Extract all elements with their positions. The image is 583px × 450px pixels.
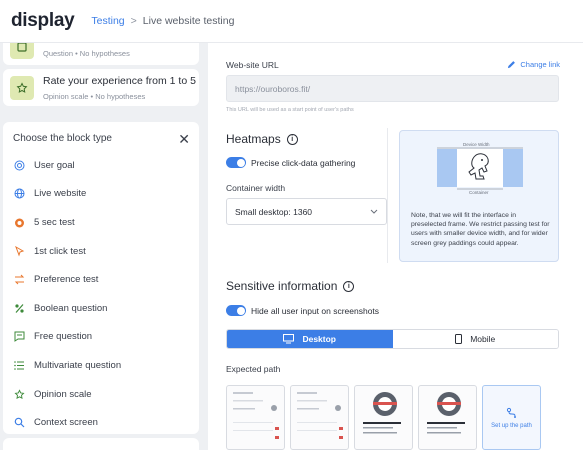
search-icon (13, 417, 25, 429)
device-segmented-control: Desktop Mobile (226, 329, 559, 349)
top-bar: display Testing > Live website testing (0, 0, 583, 43)
precise-click-toggle[interactable] (226, 157, 246, 168)
app-logo[interactable]: display (11, 10, 75, 32)
mobile-tab[interactable]: Mobile (392, 330, 558, 348)
mascot-illustration (468, 153, 489, 180)
desktop-tab[interactable]: Desktop (227, 330, 393, 348)
comment-icon (13, 331, 25, 343)
device-preview: Device Width Container Note, that we wil… (399, 130, 559, 262)
pencil-icon (508, 61, 516, 69)
block-type-live-website[interactable]: Live website (3, 180, 199, 209)
info-icon[interactable]: i (343, 280, 355, 292)
block-type-user-goal[interactable]: User goal (3, 151, 199, 180)
page-screenshot (297, 392, 343, 439)
block-type-label: Live website (34, 188, 87, 200)
hide-input-toggle[interactable] (226, 305, 246, 316)
path-screenshot-thumbnail[interactable] (290, 385, 349, 450)
block-type-multivariate-question[interactable]: Multivariate question (3, 351, 199, 380)
mobile-icon (455, 334, 463, 344)
block-type-label: 5 sec test (34, 216, 75, 228)
heatmaps-title: Heatmaps (226, 132, 281, 146)
set-up-path-button[interactable]: Set up the path (482, 385, 541, 450)
desktop-icon (283, 334, 295, 344)
main-panel: Web-site URL Change link This URL will b… (208, 43, 583, 450)
block-type-label: User goal (34, 159, 75, 171)
device-frame (437, 149, 523, 187)
container-label: Container (469, 190, 489, 195)
fit-note: Note, that we will fit the interface in … (411, 212, 550, 247)
block-type-label: Opinion scale (34, 388, 92, 400)
expected-path-label: Expected path (226, 364, 281, 374)
chooser-title: Choose the block type (13, 133, 112, 144)
mobile-tab-label: Mobile (470, 334, 496, 344)
block-type-label: Boolean question (34, 302, 108, 314)
precise-click-label: Precise click-data gathering (251, 158, 356, 168)
next-block-card[interactable] (3, 438, 199, 450)
question-block-icon (10, 43, 34, 59)
page-screenshot (427, 392, 465, 434)
block-type-label: Multivariate question (34, 359, 122, 371)
path-icon (506, 407, 516, 418)
block-type-label: Free question (34, 331, 93, 343)
website-url-label: Web-site URL (226, 60, 279, 70)
change-link-button[interactable]: Change link (507, 60, 560, 69)
opinion-scale-block-title: Rate your experience from 1 to 5 st... (43, 74, 199, 87)
block-type-list: User goal Live website 5 sec test 1st click… (3, 151, 199, 437)
globe-icon (13, 188, 25, 200)
container-width-value: Small desktop: 1360 (235, 206, 313, 217)
block-type-free-question[interactable]: Free question (3, 323, 199, 352)
set-up-path-label: Set up the path (491, 422, 532, 429)
path-screenshot-thumbnail[interactable] (418, 385, 477, 450)
block-sidebar: Question • No hypotheses Rate your exper… (0, 43, 208, 450)
url-hint: This URL will be used as a start point o… (226, 107, 354, 113)
percent-icon (13, 302, 25, 314)
divider (387, 128, 388, 263)
chevron-down-icon (370, 209, 378, 214)
container-frame (457, 149, 503, 187)
timer-icon (13, 216, 25, 228)
website-url-input[interactable] (226, 75, 559, 102)
target-icon (13, 159, 25, 171)
cursor-icon (13, 245, 25, 257)
block-type-chooser: Choose the block type ✕ User goal Live we… (3, 122, 199, 434)
question-block-card[interactable]: Question • No hypotheses (3, 43, 199, 65)
sensitive-heading: Sensitive information i (226, 279, 355, 293)
container-width-label: Container width (226, 183, 286, 193)
change-link-label: Change link (520, 60, 560, 69)
page-screenshot (233, 392, 279, 439)
hide-input-label: Hide all user input on screenshots (251, 306, 380, 316)
heatmaps-heading: Heatmaps i (226, 132, 298, 146)
container-width-select[interactable]: Small desktop: 1360 (226, 198, 387, 225)
star-icon (10, 75, 34, 100)
star-icon (13, 388, 25, 400)
desktop-tab-label: Desktop (302, 334, 337, 344)
swap-icon (13, 274, 25, 286)
block-type-5-sec-test[interactable]: 5 sec test (3, 208, 199, 237)
block-type-label: Context screen (34, 417, 98, 429)
block-type-1st-click-test[interactable]: 1st click test (3, 237, 199, 266)
path-screenshot-thumbnail[interactable] (354, 385, 413, 450)
breadcrumb-separator: > (130, 15, 137, 27)
opinion-scale-block-subtitle: Opinion scale • No hypotheses (43, 91, 146, 101)
block-type-label: 1st click test (34, 245, 86, 257)
page-screenshot (363, 392, 401, 434)
opinion-scale-block-card[interactable]: Rate your experience from 1 to 5 st... O… (3, 69, 199, 106)
block-type-label: Preference test (34, 274, 99, 286)
block-type-boolean-question[interactable]: Boolean question (3, 294, 199, 323)
breadcrumb-testing[interactable]: Testing (91, 15, 124, 27)
sensitive-title: Sensitive information (226, 279, 338, 293)
block-type-context-screen[interactable]: Context screen (3, 408, 199, 437)
info-icon[interactable]: i (286, 133, 298, 145)
block-type-opinion-scale[interactable]: Opinion scale (3, 380, 199, 409)
breadcrumb-current: Live website testing (142, 15, 235, 27)
question-block-subtitle: Question • No hypotheses (43, 48, 130, 58)
block-type-preference-test[interactable]: Preference test (3, 265, 199, 294)
close-icon[interactable]: ✕ (178, 132, 190, 146)
list-icon (13, 359, 25, 371)
expected-path-thumbnails: Set up the path (226, 385, 565, 450)
path-screenshot-thumbnail[interactable] (226, 385, 285, 450)
